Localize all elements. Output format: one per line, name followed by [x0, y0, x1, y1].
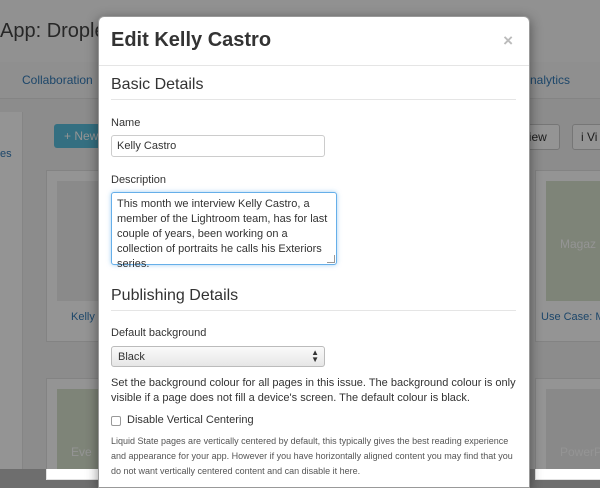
- disable-vertical-centering-checkbox[interactable]: [111, 416, 121, 426]
- description-text: This month we interview Kelly Castro, a …: [117, 198, 328, 270]
- section-divider: [111, 310, 516, 311]
- name-input[interactable]: [111, 135, 325, 157]
- edit-issue-modal: Edit Kelly Castro × Basic Details Name D…: [98, 16, 530, 488]
- basic-details-heading: Basic Details: [111, 76, 204, 93]
- description-textarea[interactable]: This month we interview Kelly Castro, a …: [111, 192, 337, 270]
- background-help-text: Set the background colour for all pages …: [111, 377, 516, 404]
- default-background-value: Black: [118, 351, 145, 363]
- modal-header: Edit Kelly Castro ×: [99, 17, 529, 66]
- name-label: Name: [111, 117, 141, 129]
- select-arrows-icon: ▲ ▼: [311, 348, 319, 364]
- default-background-label: Default background: [111, 327, 207, 339]
- disable-vertical-centering-label[interactable]: Disable Vertical Centering: [127, 414, 254, 426]
- default-background-select[interactable]: Black ▲ ▼: [111, 346, 325, 367]
- modal-title: Edit Kelly Castro: [111, 29, 272, 51]
- description-label: Description: [111, 174, 167, 186]
- section-divider: [111, 99, 516, 100]
- centering-help-text: Liquid State pages are vertically center…: [111, 436, 513, 476]
- close-icon[interactable]: ×: [503, 31, 513, 51]
- publishing-details-heading: Publishing Details: [111, 287, 239, 304]
- resize-handle[interactable]: [327, 255, 335, 263]
